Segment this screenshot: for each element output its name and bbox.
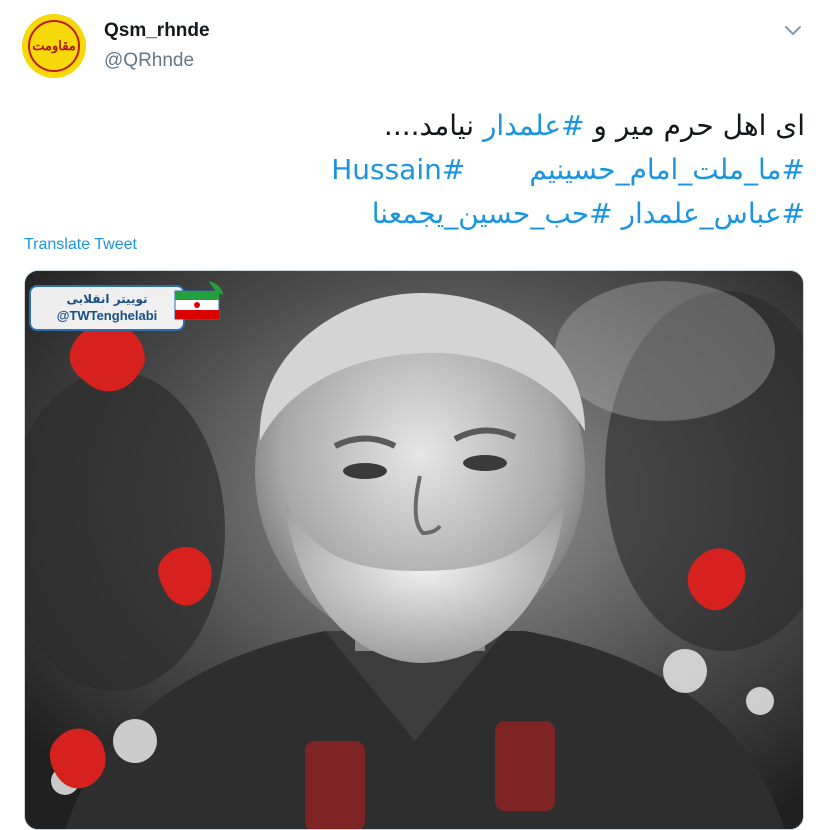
hashtag-link[interactable]: #عباس_علمدار (622, 197, 806, 230)
hashtag-link[interactable]: #حب_حسین_یجمعنا (372, 197, 613, 230)
tweet-card: مقاومت Qsm_rhnde @QRhnde ای اهل حرم میر … (0, 0, 827, 830)
portrait-illustration (25, 271, 803, 829)
translate-tweet-link[interactable]: Translate Tweet (24, 236, 137, 254)
tweet-line-2: #ما_ملت_امام_حسینیم #Hussain (25, 148, 805, 192)
hashtag-link[interactable]: #ما_ملت_امام_حسینیم (529, 153, 805, 186)
tweet-text-plain: نیامد.... (383, 109, 483, 142)
watermark-box: توییتر انقلابی @TWTenghelabi (29, 285, 185, 331)
avatar-text: مقاومت (32, 38, 76, 54)
avatar[interactable]: مقاومت (22, 14, 86, 78)
watermark: توییتر انقلابی @TWTenghelabi (29, 277, 225, 335)
tweet-media-image[interactable]: توییتر انقلابی @TWTenghelabi (24, 270, 804, 830)
tweet-text: ای اهل حرم میر و #علمدار نیامد.... #ما_م… (25, 104, 805, 236)
tweet-line-1: ای اهل حرم میر و #علمدار نیامد.... (25, 104, 805, 148)
tweet-line-3: #عباس_علمدار #حب_حسین_یجمعنا (25, 192, 805, 236)
avatar-logo: مقاومت (28, 20, 80, 72)
watermark-handle: @TWTenghelabi (56, 308, 158, 323)
iran-flag-icon (174, 281, 223, 320)
display-name[interactable]: Qsm_rhnde (104, 20, 210, 42)
hashtag-link[interactable]: #Hussain (331, 153, 465, 186)
user-handle[interactable]: @QRhnde (104, 50, 194, 72)
hashtag-link[interactable]: #علمدار (483, 109, 585, 142)
chevron-down-icon[interactable] (781, 18, 805, 42)
tweet-text-plain: ای اهل حرم میر و (584, 109, 805, 142)
watermark-title: توییتر انقلابی (66, 292, 148, 306)
